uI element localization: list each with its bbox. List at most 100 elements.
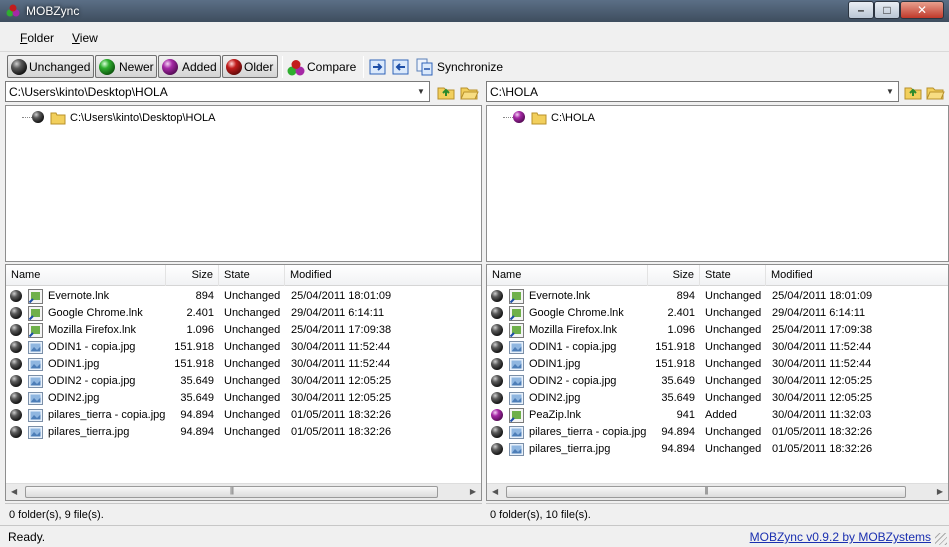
shortcut-icon	[509, 408, 524, 423]
cell-modified: 30/04/2011 11:52:44	[291, 341, 391, 353]
column-state-header[interactable]: State	[700, 265, 766, 286]
window-title: MOBZync	[26, 4, 80, 18]
table-row[interactable]: ODIN1 - copia.jpg 151.918 Unchanged 30/04/2…	[6, 339, 481, 356]
scroll-right-icon[interactable]: ▶	[470, 487, 476, 496]
cell-state: Unchanged	[705, 392, 762, 404]
table-row[interactable]: ODIN1.jpg 151.918 Unchanged 30/04/2011 11:5…	[487, 356, 948, 373]
close-button[interactable]: ✕	[900, 1, 944, 19]
compare-label: Compare	[307, 60, 357, 74]
filter-added-button[interactable]: Added	[158, 55, 221, 78]
scroll-left-icon[interactable]: ◀	[492, 487, 498, 496]
image-icon	[509, 340, 524, 355]
cell-modified: 01/05/2011 18:32:26	[291, 426, 392, 438]
table-row[interactable]: Mozilla Firefox.lnk 1.096 Unchanged 25/04/2…	[6, 322, 481, 339]
cell-size: 894	[676, 290, 695, 302]
table-row[interactable]: ODIN1.jpg 151.918 Unchanged 30/04/2011 11:5…	[6, 356, 481, 373]
cell-modified: 30/04/2011 12:05:25	[291, 392, 392, 404]
scroll-left-icon[interactable]: ◀	[11, 487, 17, 496]
menu-bar: Folder View	[0, 27, 949, 49]
about-link[interactable]: MOBZync v0.9.2 by MOBZystems	[750, 530, 931, 544]
state-ball-icon	[10, 392, 22, 404]
table-row[interactable]: PeaZip.lnk 941 Added 30/04/2011 11:32:03	[487, 407, 948, 424]
table-row[interactable]: ODIN2 - copia.jpg 35.649 Unchanged 30/04/20…	[487, 373, 948, 390]
column-state-header[interactable]: State	[219, 265, 285, 286]
state-ball-icon	[491, 409, 503, 421]
image-icon	[509, 442, 524, 457]
table-row[interactable]: Google Chrome.lnk 2.401 Unchanged 29/04/201…	[6, 305, 481, 322]
table-row[interactable]: Mozilla Firefox.lnk 1.096 Unchanged 25/04/2…	[487, 322, 948, 339]
table-row[interactable]: pilares_tierra.jpg 94.894 Unchanged 01/05/2…	[6, 424, 481, 441]
right-folder-tree[interactable]: C:\HOLA	[486, 105, 949, 262]
table-row[interactable]: pilares_tierra - copia.jpg 94.894 Unchange…	[487, 424, 948, 441]
table-row[interactable]: ODIN2.jpg 35.649 Unchanged 30/04/2011 12:05…	[487, 390, 948, 407]
cell-size: 941	[676, 409, 695, 421]
cell-modified: 30/04/2011 12:05:25	[772, 375, 873, 387]
menu-view[interactable]: View	[72, 31, 98, 45]
column-name-header[interactable]: Name	[6, 265, 166, 286]
cell-name: pilares_tierra - copia.jpg	[529, 426, 647, 438]
column-name-header[interactable]: Name	[487, 265, 648, 286]
left-horizontal-scrollbar[interactable]: ◀ ||| ▶	[6, 483, 481, 500]
cell-state: Unchanged	[224, 324, 281, 336]
parent-folder-icon[interactable]	[903, 83, 923, 101]
browse-folder-icon[interactable]	[459, 83, 479, 101]
left-file-list[interactable]: Name Size State Modified Evernote.lnk 894…	[5, 264, 482, 501]
shortcut-icon	[509, 323, 524, 338]
filter-older-button[interactable]: Older	[222, 55, 278, 78]
cell-size: 2.401	[667, 307, 695, 319]
cell-state: Unchanged	[224, 358, 281, 370]
column-modified-header[interactable]: Modified	[285, 265, 481, 286]
cell-name: pilares_tierra.jpg	[529, 443, 611, 455]
resize-grip-icon[interactable]	[935, 533, 947, 545]
cell-size: 1.096	[186, 324, 214, 336]
copy-left-icon[interactable]	[392, 58, 410, 76]
right-horizontal-scrollbar[interactable]: ◀ ||| ▶	[487, 483, 948, 500]
list-header: Name Size State Modified	[487, 265, 948, 286]
chevron-down-icon[interactable]: ▼	[883, 83, 897, 100]
tree-root-label[interactable]: C:\Users\kinto\Desktop\HOLA	[70, 112, 216, 124]
table-row[interactable]: pilares_tierra - copia.jpg 94.894 Unchange…	[6, 407, 481, 424]
chevron-down-icon[interactable]: ▼	[414, 83, 428, 100]
cell-name: ODIN2.jpg	[48, 392, 100, 404]
image-icon	[28, 425, 43, 440]
minimize-button[interactable]: –	[848, 1, 874, 19]
cell-modified: 30/04/2011 12:05:25	[291, 375, 392, 387]
cell-name: ODIN2 - copia.jpg	[48, 375, 136, 387]
tree-root-label[interactable]: C:\HOLA	[551, 112, 595, 124]
filter-unchanged-label: Unchanged	[29, 60, 91, 74]
menu-folder[interactable]: Folder	[20, 31, 54, 45]
parent-folder-icon[interactable]	[436, 83, 456, 101]
cell-modified: 25/04/2011 17:09:38	[772, 324, 873, 336]
filter-unchanged-button[interactable]: Unchanged	[7, 55, 94, 78]
copy-right-icon[interactable]	[369, 58, 387, 76]
cell-name: Mozilla Firefox.lnk	[48, 324, 137, 336]
right-file-list[interactable]: Name Size State Modified Evernote.lnk 894…	[486, 264, 949, 501]
column-modified-header[interactable]: Modified	[766, 265, 948, 286]
left-folder-tree[interactable]: C:\Users\kinto\Desktop\HOLA	[5, 105, 482, 262]
filter-newer-button[interactable]: Newer	[95, 55, 157, 78]
scroll-right-icon[interactable]: ▶	[937, 487, 943, 496]
compare-button[interactable]: Compare	[285, 54, 359, 80]
scroll-thumb[interactable]: |||	[506, 486, 906, 498]
app-icon	[6, 4, 20, 17]
table-row[interactable]: pilares_tierra.jpg 94.894 Unchanged 01/05/2…	[487, 441, 948, 458]
scroll-thumb[interactable]: |||	[25, 486, 438, 498]
cell-modified: 25/04/2011 18:01:09	[772, 290, 873, 302]
table-row[interactable]: ODIN1 - copia.jpg 151.918 Unchanged 30/04/2…	[487, 339, 948, 356]
table-row[interactable]: Evernote.lnk 894 Unchanged 25/04/2011 18:01…	[487, 288, 948, 305]
synchronize-button[interactable]: Synchronize	[414, 54, 504, 80]
column-size-header[interactable]: Size	[648, 265, 700, 286]
table-row[interactable]: ODIN2 - copia.jpg 35.649 Unchanged 30/04/20…	[6, 373, 481, 390]
title-bar[interactable]: MOBZync – □ ✕	[0, 0, 949, 22]
table-row[interactable]: Google Chrome.lnk 2.401 Unchanged 29/04/201…	[487, 305, 948, 322]
right-path-combobox[interactable]: C:\HOLA ▼	[486, 81, 899, 102]
left-path-combobox[interactable]: C:\Users\kinto\Desktop\HOLA ▼	[5, 81, 430, 102]
table-row[interactable]: Evernote.lnk 894 Unchanged 25/04/2011 18:01…	[6, 288, 481, 305]
column-size-header[interactable]: Size	[166, 265, 219, 286]
browse-folder-icon[interactable]	[925, 83, 945, 101]
state-ball-icon	[10, 341, 22, 353]
table-row[interactable]: ODIN2.jpg 35.649 Unchanged 30/04/2011 12:05…	[6, 390, 481, 407]
cell-size: 1.096	[667, 324, 695, 336]
toolbar-separator	[282, 56, 283, 78]
maximize-button[interactable]: □	[874, 1, 900, 19]
